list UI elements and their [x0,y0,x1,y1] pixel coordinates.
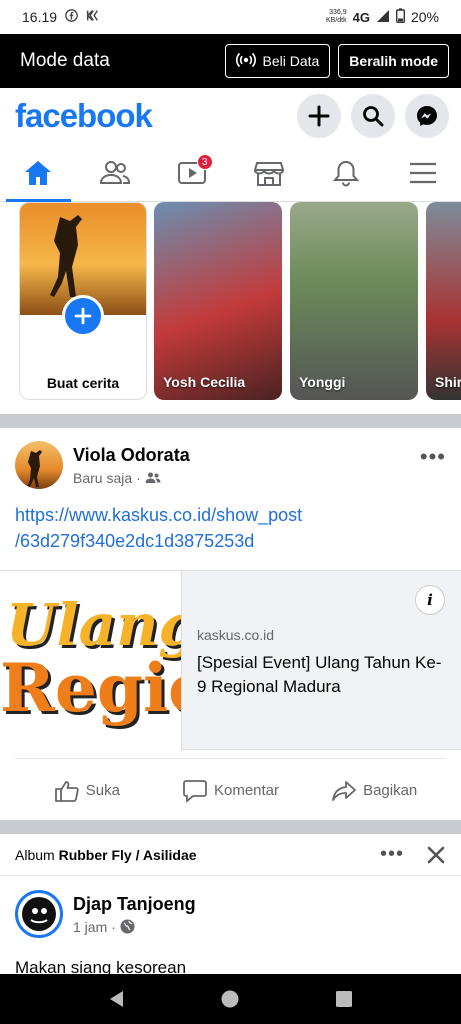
signal-icon [376,9,390,26]
post-header: Viola Odorata Baru saja · ••• [0,428,461,502]
status-bar: 16.19 336,9 KB/dtk 4G 20% [0,0,461,34]
data-mode-bar: Mode data Beli Data Beralih mode [0,34,461,88]
back-icon[interactable] [107,989,127,1009]
story-card[interactable]: Shir [426,202,461,400]
avatar[interactable] [15,890,63,938]
avatar-silhouette [26,450,42,489]
facebook-notification-icon [65,9,78,25]
home-icon [25,160,52,185]
feed-post: Djap Tanjoeng 1 jam · [0,877,461,951]
stories-tray: Buat cerita Yosh Cecilia Yonggi Shir [0,202,461,414]
album-context-bar: Album Rubber Fly / Asilidae ••• [0,834,461,876]
network-type: 4G [352,9,370,25]
tab-home[interactable] [0,144,77,202]
tab-friends[interactable] [77,144,154,201]
recents-icon[interactable] [334,989,354,1009]
messenger-icon [417,106,437,126]
story-name: Yonggi [299,374,346,390]
share-button[interactable]: Bagikan [302,779,446,803]
tab-bar: 3 [0,144,461,202]
comment-button[interactable]: Komentar [159,779,303,803]
mode-title: Mode data [20,50,110,71]
status-time: 16.19 [22,9,58,25]
broadcast-icon [236,50,257,73]
post-options-icon[interactable]: ••• [380,843,404,866]
story-card[interactable]: Yosh Cecilia [154,202,282,400]
meta-separator: · [111,918,116,935]
avatar[interactable] [15,441,63,489]
plus-icon [308,105,330,127]
info-icon[interactable]: i [415,585,445,615]
search-icon [363,106,384,127]
tab-watch[interactable]: 3 [154,144,231,201]
post-link[interactable]: https://www.kaskus.co.id/show_post /63d2… [0,502,461,554]
create-story-label: Buat cerita [46,375,120,391]
battery-icon [395,8,405,26]
like-button[interactable]: Suka [15,779,159,803]
close-icon[interactable] [426,845,446,865]
friends-icon [100,160,131,184]
meta-separator: · [136,469,141,486]
watch-badge: 3 [196,154,213,170]
post-options-icon[interactable]: ••• [420,444,446,470]
post-author[interactable]: Djap Tanjoeng [73,894,196,915]
avatar-portrait [22,897,56,931]
link-preview-image: Ulang Regio [0,571,182,751]
system-navigation-bar [0,974,461,1024]
tab-marketplace[interactable] [230,144,307,201]
battery-level: 20% [410,9,439,25]
post-time[interactable]: Baru saja [73,470,132,486]
buy-data-label: Beli Data [262,53,320,69]
post-time[interactable]: 1 jam [73,919,107,935]
messenger-button[interactable] [405,94,449,138]
kaskus-notification-icon [86,9,99,25]
link-preview-card[interactable]: Ulang Regio i kaskus.co.id [Spesial Even… [0,570,461,751]
hamburger-menu-icon [409,162,436,183]
tab-menu[interactable] [384,144,461,201]
section-divider [0,414,461,428]
add-story-button[interactable] [62,295,104,337]
globe-icon [120,919,135,934]
album-prefix: Album [15,846,55,863]
app-header: facebook [0,88,461,144]
post-author[interactable]: Viola Odorata [73,445,190,466]
story-name: Shir [435,374,461,390]
create-button[interactable] [297,94,341,138]
feed-post: Viola Odorata Baru saja · ••• https://ww… [0,428,461,822]
thumbs-up-icon [54,780,79,802]
buy-data-button[interactable]: Beli Data [225,44,331,78]
create-story-card[interactable]: Buat cerita [19,202,147,400]
tab-notifications[interactable] [307,144,384,201]
facebook-logo: facebook [15,97,153,134]
post-header: Djap Tanjoeng 1 jam · [0,877,461,951]
search-button[interactable] [351,94,395,138]
album-name[interactable]: Rubber Fly / Asilidae [59,847,197,863]
network-speed: 336,9 KB/dtk [326,9,347,24]
switch-mode-button[interactable]: Beralih mode [338,44,449,78]
story-name: Yosh Cecilia [163,374,246,390]
link-domain: kaskus.co.id [197,627,275,643]
comment-icon [183,779,207,803]
marketplace-icon [253,161,284,186]
story-card[interactable]: Yonggi [290,202,418,400]
home-circle-icon[interactable] [220,989,240,1009]
friends-audience-icon [145,472,161,483]
post-actions: Suka Komentar Bagikan [15,758,446,822]
plus-icon [74,307,92,325]
link-title: [Spesial Event] Ulang Tahun Ke-9 Regiona… [197,653,442,696]
section-divider [0,820,461,834]
bell-icon [332,160,359,186]
share-icon [332,780,356,801]
